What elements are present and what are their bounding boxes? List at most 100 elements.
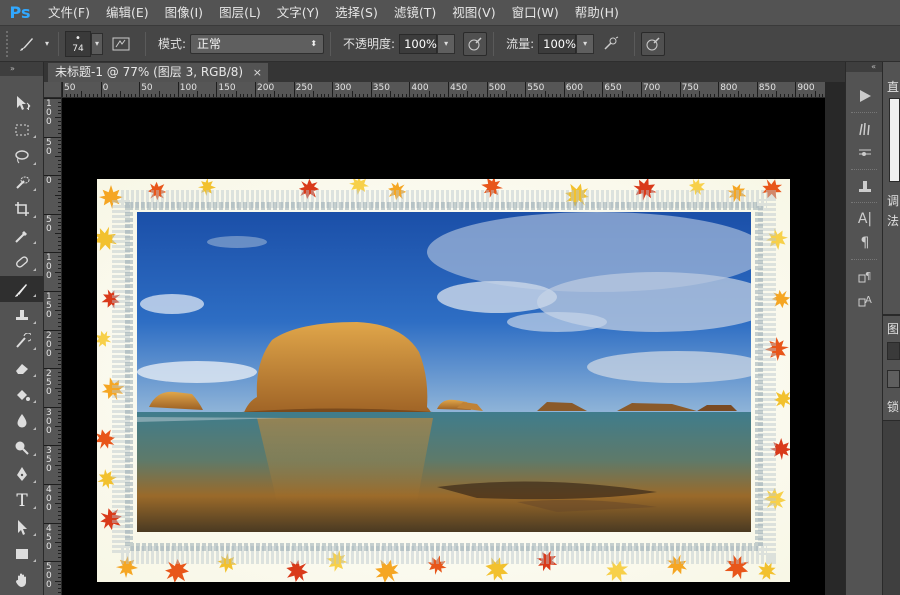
ruler-v-label: 3 5 0	[46, 446, 52, 475]
opacity-dropdown[interactable]: ▾	[437, 33, 456, 54]
flow-input[interactable]: 100%	[538, 33, 577, 54]
eraser-tool-icon[interactable]	[0, 355, 44, 382]
ruler-h-label: 400	[411, 83, 429, 93]
character-panel-icon[interactable]: A|	[846, 207, 884, 231]
menu-edit[interactable]: 编辑(E)	[98, 0, 157, 26]
layers-list[interactable]	[883, 420, 900, 595]
marquee-tool-icon[interactable]	[0, 117, 44, 144]
adjustments-tab[interactable]: 调	[887, 192, 899, 209]
flow-dropdown[interactable]: ▾	[576, 33, 595, 54]
menu-type[interactable]: 文字(Y)	[269, 0, 327, 26]
ruler-v-label: 5 0	[46, 137, 52, 157]
divider	[145, 31, 146, 56]
ruler-major-tick	[100, 82, 102, 97]
ruler-v-label: 3 0 0	[46, 407, 52, 436]
ruler-major-tick	[486, 82, 488, 97]
ruler-h-label: 600	[565, 83, 583, 93]
divider	[634, 31, 636, 56]
blend-mode-select[interactable]: 正常 ⬍	[190, 33, 325, 54]
divider	[58, 31, 59, 56]
document-tab-bar: 未标题-1 @ 77% (图层 3, RGB/8) * ×	[44, 62, 845, 98]
ruler-minor-tick	[390, 91, 392, 97]
eyedropper-tool-icon[interactable]	[0, 223, 44, 250]
paint-bucket-tool-icon[interactable]	[0, 382, 44, 409]
ruler-minor-tick	[235, 91, 237, 97]
preset-dropdown-arrow-icon[interactable]: ▾	[42, 33, 52, 55]
ruler-major-tick	[293, 82, 295, 97]
layer-filter-search-icon[interactable]	[887, 342, 900, 360]
panels-area: 直 调 法 图 锁	[883, 62, 900, 595]
ruler-minor-tick	[776, 91, 778, 97]
ruler-minor-tick	[55, 503, 61, 505]
ruler-h-label: 550	[527, 83, 545, 93]
dodge-tool-icon[interactable]	[0, 435, 44, 462]
pressure-size-icon[interactable]	[641, 31, 666, 56]
character-styles-icon[interactable]: A	[846, 288, 884, 312]
ruler-minor-tick	[55, 426, 61, 428]
opacity-input[interactable]: 100%	[399, 33, 438, 54]
clone-stamp-tool-icon[interactable]	[0, 302, 44, 329]
brush-size-dropdown[interactable]: ▾	[91, 32, 103, 55]
ruler-minor-tick	[55, 348, 61, 350]
ruler-origin[interactable]	[44, 82, 62, 98]
airbrush-icon[interactable]	[594, 31, 628, 57]
menu-view[interactable]: 视图(V)	[444, 0, 503, 26]
options-bar: ▾ • 74 ▾ 模式: 正常 ⬍ 不透明度: 100% ▾ 流量: 100% …	[0, 26, 900, 62]
ruler-minor-tick	[55, 387, 61, 389]
close-tab-icon[interactable]: ×	[253, 63, 268, 82]
menu-filter[interactable]: 滤镜(T)	[386, 0, 444, 26]
type-tool-icon[interactable]: T	[0, 488, 44, 515]
brush-size-preset[interactable]: • 74	[65, 30, 91, 57]
clone-source-icon[interactable]	[846, 174, 884, 198]
dock-collapse-toggle[interactable]: «	[846, 62, 882, 72]
ruler-minor-tick	[55, 194, 61, 196]
pressure-opacity-icon[interactable]	[463, 31, 488, 56]
horizontal-ruler[interactable]: 50 0 50 100 150 200 250 300 350 400 450 500 550 600 65…	[62, 82, 825, 98]
ruler-major-tick	[255, 82, 256, 97]
toolbar-collapse-toggle[interactable]: »	[0, 62, 43, 76]
ruler-v-label: 2 0 0	[46, 330, 52, 359]
menu-window[interactable]: 窗口(W)	[504, 0, 567, 26]
rectangle-tool-icon[interactable]	[0, 541, 44, 568]
ruler-minor-tick	[197, 91, 199, 97]
move-tool-icon[interactable]	[0, 90, 44, 117]
document-canvas[interactable]	[97, 179, 790, 582]
path-selection-tool-icon[interactable]	[0, 514, 44, 541]
blur-tool-icon[interactable]	[0, 408, 44, 435]
ruler-h-label: 800	[720, 83, 738, 93]
canvas-workspace[interactable]	[62, 98, 825, 595]
brush-settings-icon[interactable]	[846, 141, 884, 165]
histogram-tab[interactable]: 直	[887, 78, 899, 95]
menu-help[interactable]: 帮助(H)	[567, 0, 627, 26]
ruler-v-label: 1 5 0	[46, 292, 52, 320]
pen-tool-icon[interactable]	[0, 461, 44, 488]
ruler-minor-tick	[55, 271, 61, 273]
menu-file[interactable]: 文件(F)	[40, 0, 98, 26]
paragraph-panel-icon[interactable]: ¶	[846, 231, 884, 255]
brush-tool-icon[interactable]	[0, 275, 44, 302]
ruler-minor-tick	[351, 91, 353, 97]
blend-mode-dropdown[interactable]	[887, 370, 900, 388]
healing-brush-tool-icon[interactable]	[0, 249, 44, 276]
menu-bar: Ps 文件(F) 编辑(E) 图像(I) 图层(L) 文字(Y) 选择(S) 滤…	[0, 0, 900, 26]
brush-tool-preset-icon[interactable]	[12, 31, 42, 57]
brush-size-value: 74	[72, 43, 84, 54]
ruler-minor-tick	[544, 91, 546, 97]
layers-tab[interactable]: 图	[887, 320, 899, 337]
vertical-ruler[interactable]: 1 0 0 5 0 0 5 0 1 0 0 1 5 0 2 0 0 2 5 0 3 0 0 3 5…	[44, 98, 62, 595]
quick-selection-tool-icon[interactable]	[0, 170, 44, 197]
play-action-icon[interactable]	[846, 84, 884, 108]
crop-tool-icon[interactable]	[0, 196, 44, 223]
menu-layer[interactable]: 图层(L)	[211, 0, 269, 26]
brush-panel-toggle-icon[interactable]	[103, 31, 139, 57]
history-brush-tool-icon[interactable]	[0, 329, 44, 356]
lasso-tool-icon[interactable]	[0, 143, 44, 170]
brushes-panel-icon[interactable]	[846, 117, 884, 141]
menu-image[interactable]: 图像(I)	[157, 0, 211, 26]
paragraph-styles-icon[interactable]: ¶	[846, 264, 884, 288]
document-tab[interactable]: 未标题-1 @ 77% (图层 3, RGB/8) * ×	[48, 63, 268, 98]
ruler-v-label: 2 5 0	[46, 369, 52, 398]
hand-tool-icon[interactable]	[0, 567, 44, 594]
menu-select[interactable]: 选择(S)	[327, 0, 386, 26]
opacity-label: 不透明度:	[343, 37, 396, 51]
